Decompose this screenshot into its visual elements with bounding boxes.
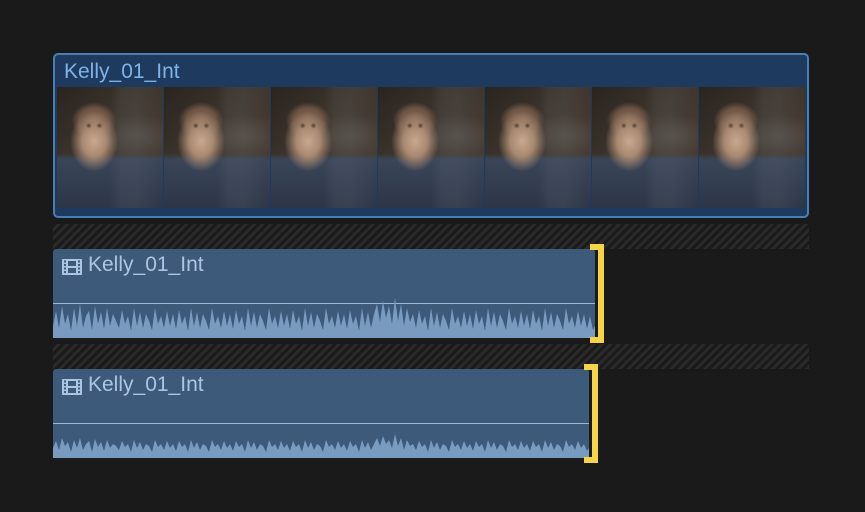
audio-clip-header: Kelly_01_Int (53, 249, 595, 281)
video-clip-title: Kelly_01_Int (55, 55, 807, 87)
filmstrip-frame (271, 87, 377, 208)
filmstrip-icon (62, 257, 82, 273)
audio-clip-header: Kelly_01_Int (53, 369, 589, 401)
filmstrip-frame (592, 87, 698, 208)
filmstrip-frame (164, 87, 270, 208)
filmstrip-icon (62, 377, 82, 393)
filmstrip-frame (699, 87, 805, 208)
audio-clip-title: Kelly_01_Int (88, 373, 204, 397)
audio-clip-title: Kelly_01_Int (88, 253, 204, 277)
track-gap (53, 224, 809, 249)
filmstrip-frame (57, 87, 163, 208)
filmstrip-frame (378, 87, 484, 208)
audio-waveform (53, 406, 589, 458)
video-clip[interactable]: Kelly_01_Int (53, 53, 809, 218)
audio-waveform (53, 286, 595, 338)
audio-clip[interactable]: Kelly_01_Int (53, 369, 589, 458)
video-filmstrip (55, 87, 807, 210)
filmstrip-frame (485, 87, 591, 208)
audio-clip[interactable]: Kelly_01_Int (53, 249, 595, 338)
track-gap (53, 344, 809, 369)
